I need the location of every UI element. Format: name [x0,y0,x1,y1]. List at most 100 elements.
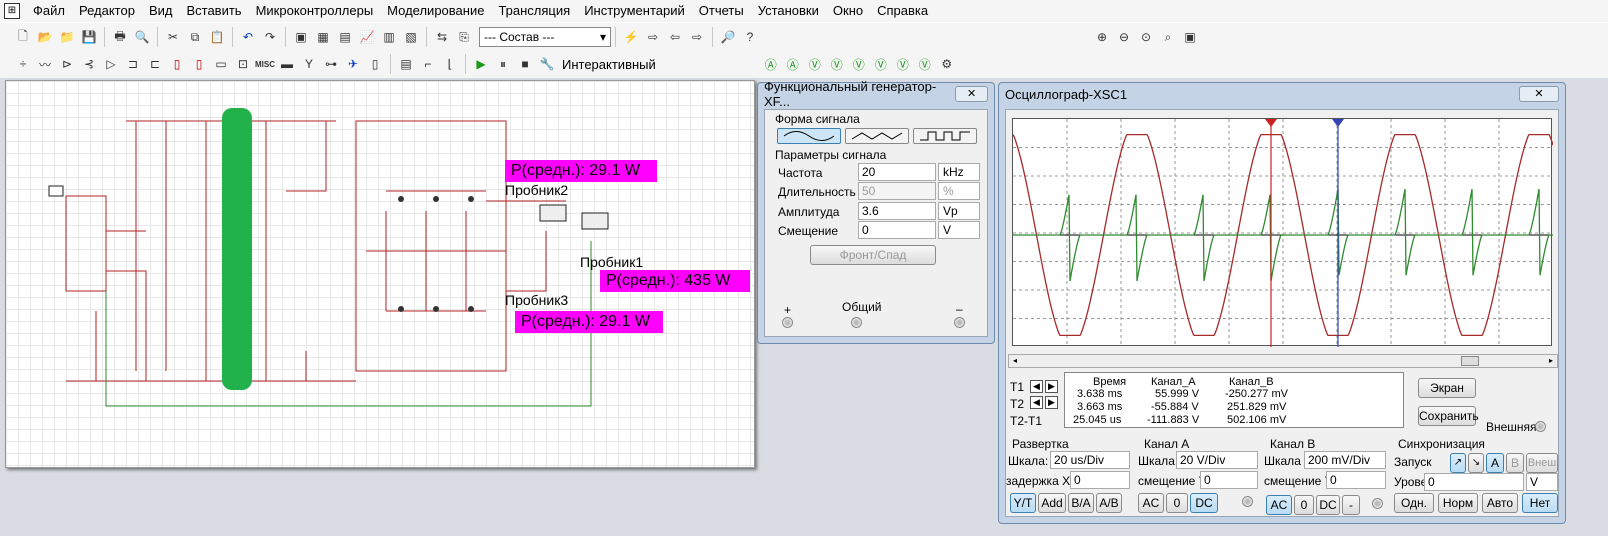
generator-close-button[interactable]: ✕ [955,86,988,102]
probe-3-icon[interactable]: Ⓥ [805,54,825,74]
hierarchical-block-icon[interactable]: ▤ [396,54,416,74]
spreadsheet-icon[interactable]: ▦ [313,27,333,47]
scope-title-bar[interactable]: Осциллограф-XSC1 ✕ [999,83,1565,105]
probe-5-icon[interactable]: Ⓥ [849,54,869,74]
trigger-level-unit[interactable]: V [1526,473,1558,491]
t1-right-arrow-icon[interactable]: ▶ [1045,380,1058,393]
trigger-level-input[interactable]: 0 [1424,473,1524,491]
reverse-screen-button[interactable]: Экран [1418,378,1476,398]
plus-terminal[interactable] [782,317,793,328]
auto-mode-button[interactable]: Авто [1482,493,1518,513]
copy-icon[interactable]: ⧉ [185,27,205,47]
channel-a-terminal[interactable] [1242,496,1253,507]
external-trigger-terminal[interactable] [1535,421,1546,432]
save-icon[interactable]: 💾 [79,27,99,47]
duty-input[interactable]: 50 [858,182,936,200]
mcu-icon[interactable]: ▯ [365,54,385,74]
menu-window[interactable]: Окно [826,0,870,22]
grapher-icon[interactable]: 📈 [357,27,377,47]
yt-button[interactable]: Y/T [1010,493,1036,513]
channel-b-dc-button[interactable]: DC [1316,495,1340,515]
channel-b-invert-button[interactable]: - [1342,495,1360,515]
falling-edge-button[interactable]: ↘ [1468,453,1484,473]
electromechanical-icon[interactable]: ⊶ [321,54,341,74]
bus-icon[interactable]: ⌐ [418,54,438,74]
mixed-icon[interactable]: ▯ [189,54,209,74]
scroll-right-icon[interactable]: ▸ [1545,355,1557,367]
pause-icon[interactable]: ⏸ [493,54,513,74]
probe1-reading[interactable]: P(средн.): 435 W [600,270,750,292]
help-icon[interactable]: ? [740,27,760,47]
hierarchy-icon[interactable]: ⎘ [454,27,474,47]
t2-left-arrow-icon[interactable]: ◀ [1030,396,1043,409]
print-icon[interactable]: 🖶 [110,27,130,47]
transfer-icon[interactable]: ⇨ [643,27,663,47]
t1-left-arrow-icon[interactable]: ◀ [1030,380,1043,393]
postprocessor-icon[interactable]: ▥ [379,27,399,47]
misc-icon[interactable]: MISC [255,54,275,74]
probe2-reading[interactable]: P(средн.): 29.1 W [505,160,657,182]
open-folder-icon[interactable]: 📂 [35,27,55,47]
common-terminal[interactable] [851,317,862,328]
channel-a-offset-input[interactable]: 0 [1200,471,1258,489]
generator-title-bar[interactable]: Функциональный генератор-XF... ✕ [758,79,994,109]
database-icon[interactable]: ▤ [335,27,355,47]
zoom-area-icon[interactable]: ⊙ [1136,27,1156,47]
trigger-source-a-button[interactable]: A [1486,453,1504,473]
design-toolbox-icon[interactable]: ▣ [291,27,311,47]
interactive-label[interactable]: Интерактивный [562,57,656,72]
save-button[interactable]: Сохранить [1418,406,1479,426]
stop-icon[interactable]: ■ [515,54,535,74]
ttl-icon[interactable]: ⊐ [123,54,143,74]
offset-input[interactable]: 0 [858,221,936,239]
trigger-source-ext-button[interactable]: Внеш [1526,453,1558,473]
menu-mcu[interactable]: Микроконтроллеры [249,0,381,22]
probe-6-icon[interactable]: Ⓥ [871,54,891,74]
offset-unit[interactable]: V [938,221,980,239]
interactive-icon[interactable]: 🔧 [537,54,557,74]
probe-settings-icon[interactable]: ⚙ [937,54,957,74]
timebase-scale-input[interactable]: 20 us/Div [1050,451,1130,469]
rise-fall-button[interactable]: Фронт/Спад [810,245,936,265]
square-wave-button[interactable] [913,128,977,144]
probe-8-icon[interactable]: Ⓥ [915,54,935,74]
scrollbar-thumb[interactable] [1461,356,1479,366]
diode-icon[interactable]: ⊳ [57,54,77,74]
probe-2-icon[interactable]: Ⓐ [783,54,803,74]
channel-a-dc-button[interactable]: DC [1190,493,1218,513]
channel-b-ac-button[interactable]: AC [1266,495,1292,515]
new-file-icon[interactable]: 🗋 [13,27,33,47]
ni-components-icon[interactable]: ✈ [343,54,363,74]
menu-tools[interactable]: Инструментарий [577,0,692,22]
zoom-in-icon[interactable]: ⊕ [1092,27,1112,47]
cmos-icon[interactable]: ⊏ [145,54,165,74]
channel-a-ac-button[interactable]: AC [1138,493,1164,513]
rf-icon[interactable]: Y [299,54,319,74]
menu-edit[interactable]: Редактор [72,0,142,22]
rising-edge-button[interactable]: ↗ [1450,453,1466,473]
transistor-icon[interactable]: ⊰ [79,54,99,74]
trigger-source-b-button[interactable]: B [1506,453,1524,473]
scope-horizontal-scrollbar[interactable]: ◂ ▸ [1008,354,1558,368]
indicator-icon[interactable]: ▭ [211,54,231,74]
menu-transfer[interactable]: Трансляция [491,0,577,22]
x-delay-input[interactable]: 0 [1070,471,1130,489]
full-screen-icon[interactable]: ▣ [1180,27,1200,47]
wire-icon[interactable]: ⌊ [440,54,460,74]
none-mode-button[interactable]: Нет [1522,493,1558,513]
channel-b-zero-button[interactable]: 0 [1294,495,1314,515]
frequency-input[interactable]: 20 [858,163,936,181]
backannotate-icon[interactable]: ⇦ [665,27,685,47]
paste-icon[interactable]: 📋 [207,27,227,47]
source-icon[interactable]: ÷ [13,54,33,74]
scope-close-button[interactable]: ✕ [1519,86,1559,102]
probe3-reading[interactable]: P(средн.): 29.1 W [515,311,663,333]
run-icon[interactable]: ▶ [471,54,491,74]
menu-options[interactable]: Установки [751,0,826,22]
channel-b-terminal[interactable] [1372,498,1383,509]
component-wizard-icon[interactable]: ⇆ [432,27,452,47]
basic-icon[interactable]: 〰 [35,54,55,74]
channel-a-zero-button[interactable]: 0 [1166,493,1188,513]
add-button[interactable]: Add [1038,493,1066,513]
erc-icon[interactable]: ⚡ [621,27,641,47]
